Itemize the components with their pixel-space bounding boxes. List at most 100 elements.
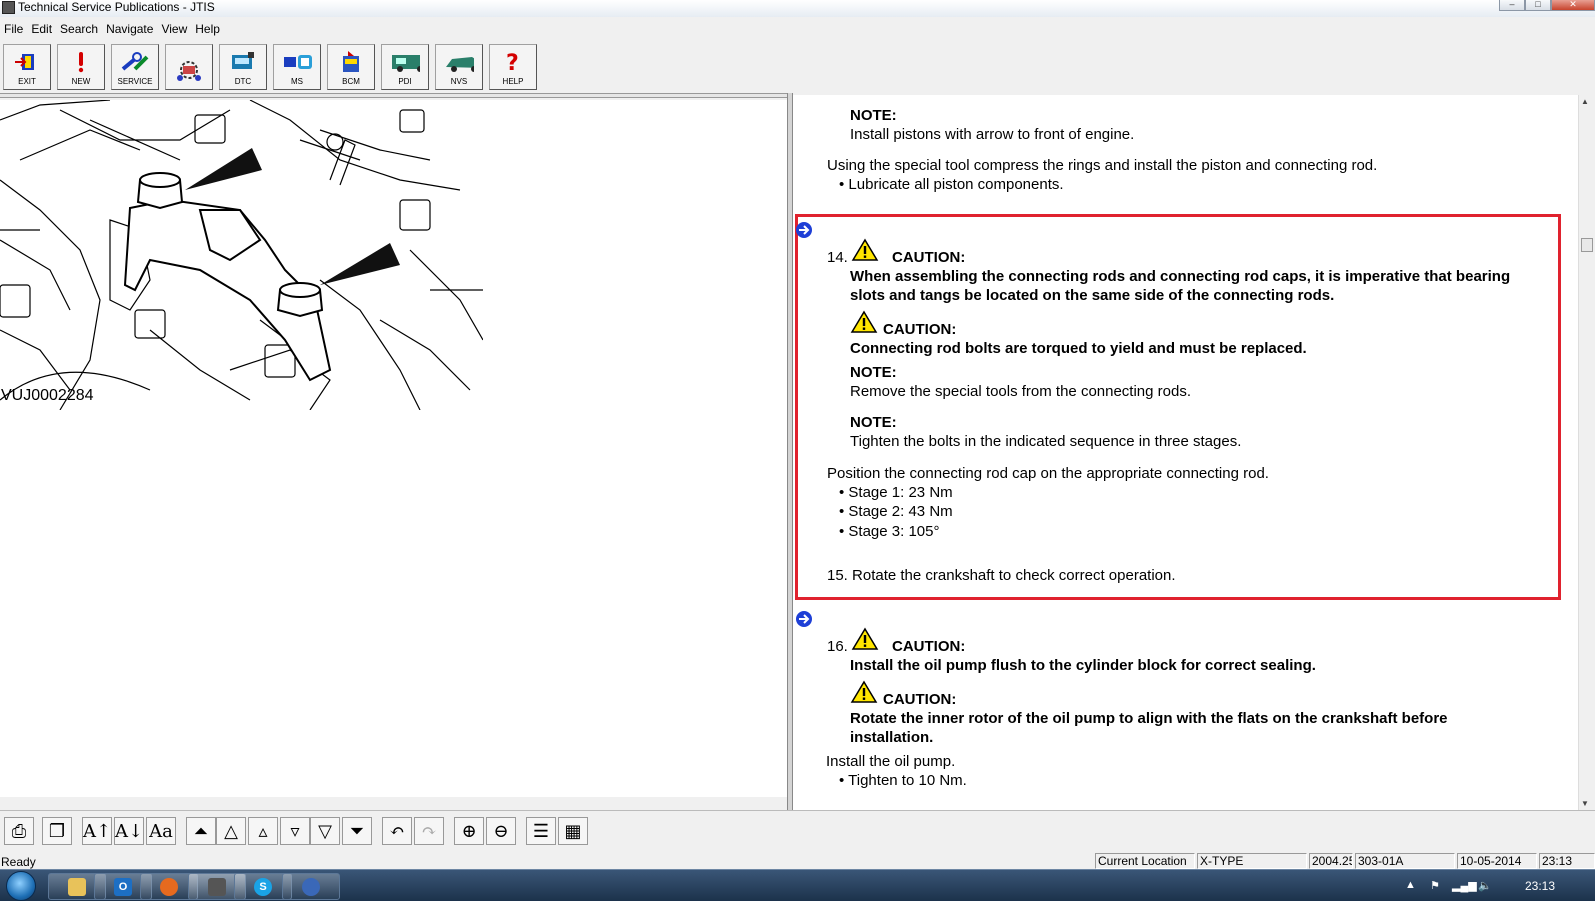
font-decrease-icon: A↓ — [114, 820, 144, 842]
new-button[interactable]: NEW — [57, 44, 105, 90]
dtc-button[interactable]: DTC — [219, 44, 267, 90]
triangle-up-icon: △ — [224, 820, 238, 842]
menu-file[interactable]: File — [4, 20, 31, 39]
step-16-number: 16. — [827, 638, 848, 655]
main-toolbar: EXIT NEW SERVICE DTC MS BCM PDI NVS ? HE… — [3, 44, 537, 90]
status-section: 303-01A — [1355, 853, 1455, 869]
first-page-icon: ⏶ — [193, 820, 209, 842]
status-ready: Ready — [1, 855, 36, 869]
step-text: Position the connecting rod cap on the a… — [827, 465, 1269, 482]
small-triangle-up-icon: ▵ — [258, 820, 268, 842]
ms-button[interactable]: MS — [273, 44, 321, 90]
go-bottom-button[interactable]: ⏷ — [342, 817, 372, 845]
bottom-toolbar: ⎙ ❐ A↑ A↓ Aa ⏶ △ ▵ ▿ ▽ ⏷ ↶ ↷ ⊕ ⊖ ☰ ▦ — [0, 810, 1595, 850]
help-button[interactable]: ? HELP — [489, 44, 537, 90]
minimize-button[interactable]: – — [1499, 0, 1525, 11]
back-button[interactable]: ↶ — [382, 817, 412, 845]
tray-flag-icon[interactable]: ⚑ — [1430, 879, 1440, 892]
exit-door-icon — [12, 50, 42, 74]
menu-navigate[interactable]: Navigate — [106, 20, 161, 39]
question-icon: ? — [498, 50, 528, 74]
copy-button[interactable]: ❐ — [42, 817, 72, 845]
tray-network-icon[interactable]: ▂▄▆ — [1452, 879, 1477, 892]
font-larger-button[interactable]: A↑ — [82, 817, 112, 845]
forward-button[interactable]: ↷ — [414, 817, 444, 845]
small-triangle-down-icon: ▿ — [290, 820, 300, 842]
skype-icon: S — [254, 877, 272, 896]
document-scrollbar[interactable]: ▲ ▼ — [1578, 95, 1595, 810]
bcm-icon — [336, 50, 366, 74]
arrow-link-icon[interactable] — [795, 610, 813, 628]
tray-volume-icon[interactable]: 🔈 — [1478, 879, 1492, 892]
warning-icon — [851, 627, 879, 650]
status-location-label: Current Location — [1095, 853, 1195, 869]
diagram-id: VUJ0002284 — [1, 387, 94, 404]
jtis-icon — [208, 877, 226, 896]
menu-bar: File Edit Search Navigate View Help — [0, 20, 1595, 39]
caution-label: CAUTION: — [892, 638, 966, 655]
scroll-down-icon[interactable]: ▼ — [1581, 799, 1589, 808]
note-heading: NOTE: — [850, 414, 897, 431]
stage-item: • Stage 3: 105° — [839, 523, 940, 540]
bcm-button[interactable]: BCM — [327, 44, 375, 90]
zoom-in-button[interactable]: ⊕ — [454, 817, 484, 845]
font-smaller-button[interactable]: A↓ — [114, 817, 144, 845]
caution-text: Install the oil pump flush to the cylind… — [850, 657, 1316, 674]
zoom-in-icon: ⊕ — [461, 820, 477, 842]
pdi-car-icon — [390, 50, 420, 74]
step-14-number: 14. — [827, 249, 848, 266]
triangle-down-icon: ▽ — [318, 820, 332, 842]
nvs-button[interactable]: NVS — [435, 44, 483, 90]
lock-icon — [302, 877, 320, 896]
menu-view[interactable]: View — [161, 20, 195, 39]
start-button[interactable] — [6, 871, 36, 901]
zoom-out-button[interactable]: ⊖ — [486, 817, 516, 845]
menu-edit[interactable]: Edit — [31, 20, 60, 39]
network-button[interactable] — [165, 44, 213, 90]
service-button[interactable]: SERVICE — [111, 44, 159, 90]
go-top-button[interactable]: ⏶ — [186, 817, 216, 845]
tray-expand-icon[interactable]: ▲ — [1405, 879, 1416, 891]
zoom-out-icon: ⊖ — [493, 820, 509, 842]
list-icon: ☰ — [532, 820, 550, 842]
caution-text: Connecting rod bolts are torqued to yiel… — [850, 340, 1307, 357]
wrench-icon — [120, 50, 150, 74]
close-button[interactable]: ✕ — [1551, 0, 1595, 11]
font-icon: Aa — [149, 820, 173, 842]
maximize-button[interactable]: □ — [1525, 0, 1551, 11]
font-button[interactable]: Aa — [146, 817, 176, 845]
stage-item: • Stage 1: 23 Nm — [839, 484, 953, 501]
caution-text-line: slots and tangs be located on the same s… — [850, 287, 1335, 304]
font-increase-icon: A↑ — [82, 820, 112, 842]
last-page-icon: ⏷ — [349, 820, 365, 842]
note-text: Tighten the bolts in the indicated seque… — [850, 433, 1242, 450]
menu-search[interactable]: Search — [60, 20, 106, 39]
warning-icon — [851, 238, 879, 261]
window-button[interactable]: ▦ — [558, 817, 588, 845]
title-bar: Technical Service Publications - JTIS – … — [0, 0, 1595, 17]
toolbar-separator — [0, 93, 787, 98]
caution-text-line: Rotate the inner rotor of the oil pump t… — [850, 710, 1448, 727]
page-up-button[interactable]: △ — [216, 817, 246, 845]
note-text: Install pistons with arrow to front of e… — [850, 126, 1135, 143]
pdi-button[interactable]: PDI — [381, 44, 429, 90]
contents-button[interactable]: ☰ — [526, 817, 556, 845]
menu-help[interactable]: Help — [195, 20, 228, 39]
taskbar-clock[interactable]: 23:13 — [1525, 879, 1555, 893]
folder-icon — [68, 877, 86, 896]
page-down-button[interactable]: ▽ — [310, 817, 340, 845]
caution-label: CAUTION: — [883, 691, 957, 708]
printer-icon: ⎙ — [11, 820, 27, 842]
exit-button[interactable]: EXIT — [3, 44, 51, 90]
scroll-up-icon[interactable]: ▲ — [1581, 97, 1589, 106]
line-down-button[interactable]: ▿ — [280, 817, 310, 845]
redo-arrow-icon: ↷ — [421, 820, 437, 842]
windows-taskbar: O S ▲ ⚑ ▂▄▆ 🔈 23:13 — [0, 869, 1595, 901]
scroll-thumb[interactable] — [1581, 238, 1593, 252]
print-button[interactable]: ⎙ — [4, 817, 34, 845]
arrow-link-icon[interactable] — [795, 221, 813, 239]
taskbar-security[interactable] — [282, 873, 340, 900]
warning-icon — [850, 310, 878, 333]
line-up-button[interactable]: ▵ — [248, 817, 278, 845]
illustration-pane: VUJ0002284 — [0, 100, 787, 797]
